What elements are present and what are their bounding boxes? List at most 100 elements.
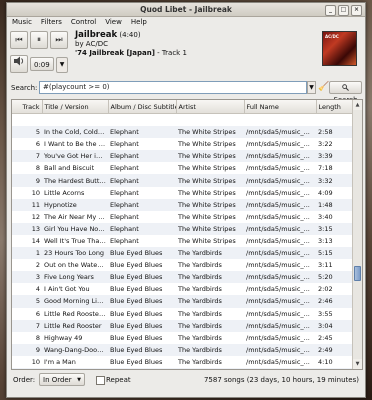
table-row[interactable]: 6 I Want to Be the Boy...Elephant The Whit… [12,138,352,150]
table-row[interactable]: 3 Five Long Years Blue Eyed Blues The Yardb… [12,271,352,284]
table-row[interactable]: 8 Highway 49 Blue Eyed Blues The Yardbirds /… [12,332,352,344]
menu-music[interactable]: Music [12,17,32,28]
search-history-dropdown[interactable]: ▼ [307,81,316,94]
cell-title: I Ain't Got You [44,285,90,294]
cell-artist: The Yardbirds [178,333,222,342]
scroll-up-arrow[interactable]: ▲ [353,100,362,110]
table-row[interactable]: 8 Ball and Biscuit Elephant The White Strip… [12,162,352,174]
cell-artist [176,114,244,127]
cell-length: 3:13 [318,236,333,245]
cell-album: Blue Eyed Blues [110,357,163,366]
col-fullname[interactable]: Full Name [244,100,317,114]
col-track[interactable]: Track [12,100,43,114]
table-row[interactable]: 5 In the Cold, Cold Ni... Elephant The Whit… [12,126,352,139]
cell-length: 2:46 [316,295,352,308]
table-row[interactable]: 4 I Ain't Got You Blue Eyed Blues The Yardb… [12,283,352,295]
table-row[interactable]: 9 Wang-Dang-Doodle Blue Eyed Blues The Yard… [12,343,352,356]
table-row[interactable]: 12 The Air Near My Fi... Elephant The White… [12,211,352,223]
song-track: - Track 1 [154,49,187,57]
table-row[interactable]: 6 Little Red Rooster ... Blue Eyed Blues Th… [12,308,352,320]
song-info: Jailbreak (4:40) by AC/DC '74 Jailbreak … [75,31,187,58]
cell-fullname: /mnt/sda5/music_... [246,164,310,173]
minimize-button[interactable]: _ [325,5,336,16]
album-cover[interactable]: AC/DC [322,31,357,66]
cell-album: Blue Eyed Blues [108,247,176,260]
cell-artist: The White Stripes [178,212,236,221]
volume-button[interactable] [10,55,28,73]
cell-track: 6 [35,140,40,149]
table-row[interactable] [12,114,352,127]
table-row[interactable]: 10 I'm a Man Blue Eyed Blues The Yardbirds /… [12,356,352,368]
cell-length: 3:40 [318,212,333,221]
cell-fullname [244,114,316,127]
cell-title [42,114,108,127]
menu-view[interactable]: View [105,17,122,28]
next-button[interactable]: ⏭ [50,31,68,49]
col-length[interactable]: Length [316,100,353,114]
order-select[interactable]: In Order ▼ [39,373,85,386]
table-row[interactable]: 14 Well It's True That ... Elephant The Whi… [12,235,352,247]
close-button[interactable]: × [351,5,362,16]
repeat-checkbox[interactable] [96,376,105,385]
cell-title: Little Acorns [44,188,85,197]
search-button[interactable]: Search [329,81,362,104]
title-bar[interactable]: Quod Libet - Jailbreak _ □ × [7,3,365,17]
table-row[interactable]: 1 23 Hours Too Long Blue Eyed Blues The Yar… [12,247,352,260]
cell-track: 7 [12,319,42,332]
scroll-down-arrow[interactable]: ▼ [353,359,362,369]
table-row[interactable]: 7 Little Red Rooster Blue Eyed Blues The Ya… [12,319,352,332]
cell-artist: The Yardbirds [176,271,244,284]
cell-fullname: /mnt/sda5/music_... [244,174,316,187]
previous-button[interactable]: ⏮ [10,31,28,49]
col-album[interactable]: Album / Disc Subtitle [108,100,177,114]
play-pause-button[interactable]: ⏸ [30,31,48,49]
cell-length: 5:20 [316,271,352,284]
cell-fullname: /mnt/sda5/music_... [246,261,310,270]
menu-help[interactable]: Help [131,17,147,28]
speaker-icon [14,56,24,66]
table-row[interactable]: 11 Hypnotize Elephant The White Stripes/mnt… [12,198,352,211]
player-panel: ⏮ ⏸ ⏭ 0:09 ▼ Jailbreak (4:40) by AC/DC '… [7,28,365,80]
cell-fullname: /mnt/sda5/music_... [246,188,310,197]
maximize-button[interactable]: □ [338,5,349,16]
table-row[interactable]: 11Jeff's BluesBlue Eyed BluesThe Yardbir… [12,367,352,369]
menu-filters[interactable]: Filters [41,17,62,28]
table-row[interactable]: 13 Girl You Have No F... Elephant The White… [12,222,352,235]
table-row[interactable]: 9 The Hardest Button... Elephant The White … [12,174,352,187]
cell-length [316,114,352,127]
cell-length: 2:02 [318,285,333,294]
cell-track: 5 [12,295,42,308]
col-artist[interactable]: Artist [176,100,245,114]
cell-fullname: /mnt/sda5/music_... [244,295,316,308]
table-row[interactable]: 2 Out on the Water ... Blue Eyed Blues The … [12,259,352,271]
clear-search-button[interactable]: 🧹 [318,81,329,94]
scroll-thumb[interactable] [354,266,361,281]
cell-album: Blue Eyed Blues [108,343,176,356]
col-title[interactable]: Title / Version [42,100,109,114]
cell-fullname: /mnt/sda5/music_... [244,222,316,235]
cell-length: 3:32 [316,174,352,187]
time-display[interactable]: 0:09 [30,57,54,71]
menu-control[interactable]: Control [71,17,96,28]
cell-track: 1 [12,247,42,260]
table-row[interactable]: 10 Little Acorns Elephant The White Stripes… [12,187,352,199]
cell-artist: The White Stripes [178,164,236,173]
seek-menu-button[interactable]: ▼ [56,57,68,73]
cell-album: Elephant [110,212,139,221]
cell-album [108,114,176,127]
search-input[interactable]: #(playcount >= 0) [39,81,307,94]
vertical-scrollbar[interactable]: ▲ ▼ [352,100,362,369]
cell-fullname: /mnt/sda5/music_... [246,357,310,366]
order-value: In Order [43,376,72,384]
table-row[interactable]: 7You've Got Her in Yo...ElephantThe Whit… [12,150,352,163]
table-row[interactable]: 5 Good Morning Littl... Blue Eyed Blues The… [12,295,352,308]
cell-length: 3:39 [316,150,352,163]
cell-track [12,114,42,127]
chevron-down-icon: ▼ [77,377,81,383]
song-list[interactable]: Track Title / Version Album / Disc Subti… [11,99,363,370]
cell-title: Well It's True That ... [44,236,108,245]
window-controls: _ □ × [325,5,362,16]
repeat-label[interactable]: Repeat [106,376,131,384]
song-table: Track Title / Version Album / Disc Subti… [12,100,353,369]
cell-artist: The White Stripes [176,222,244,235]
